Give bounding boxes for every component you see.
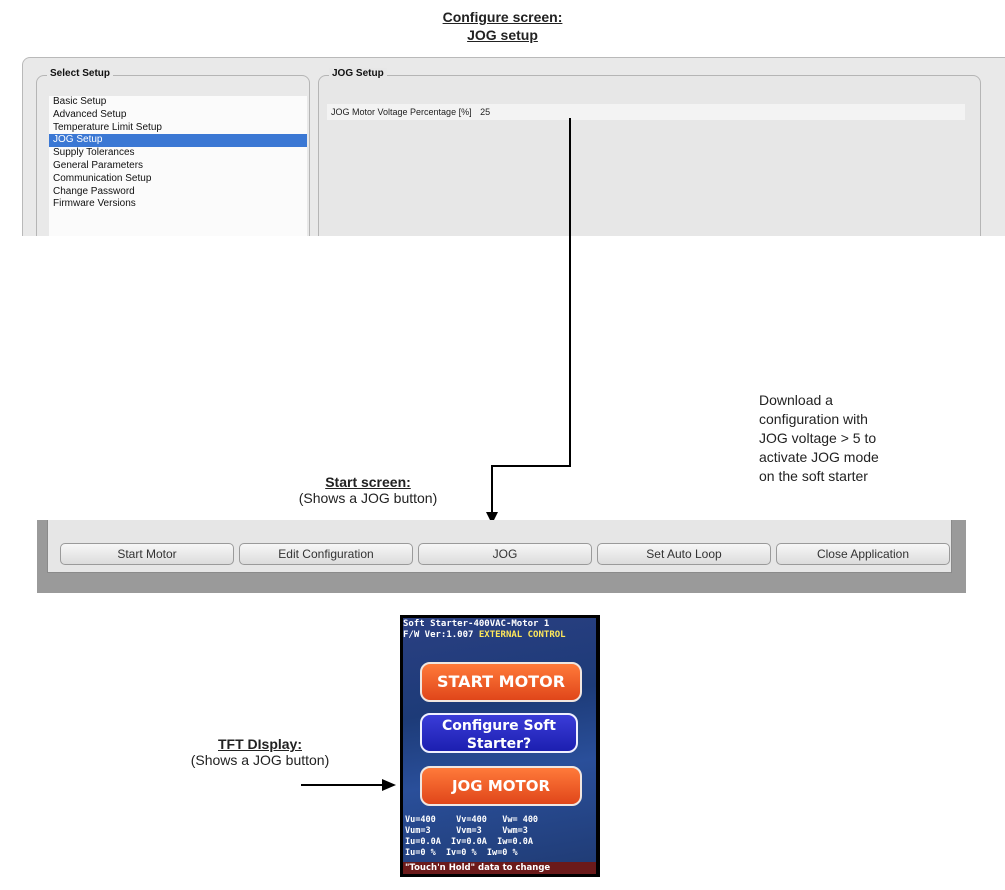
setup-list: Basic Setup Advanced Setup Temperature L…	[49, 96, 307, 236]
tft-firmware-version: F/W Ver:1.007	[403, 630, 474, 640]
tft-current-line: Iu=0.0A Iv=0.0A Iw=0.0A	[405, 837, 533, 847]
setup-item-advanced[interactable]: Advanced Setup	[49, 109, 307, 122]
setup-item-temperature-limit[interactable]: Temperature Limit Setup	[49, 122, 307, 135]
tft-caption-title: TFT DIsplay:	[217, 736, 302, 752]
jog-voltage-label: JOG Motor Voltage Percentage [%]	[331, 107, 472, 117]
start-screen-caption: Start screen: (Shows a JOG button)	[268, 474, 468, 506]
jog-voltage-value[interactable]: 25	[480, 107, 490, 117]
tft-screen: Soft Starter-400VAC-Motor 1 F/W Ver:1.00…	[403, 618, 596, 874]
tft-display: Soft Starter-400VAC-Motor 1 F/W Ver:1.00…	[400, 615, 600, 877]
connector-line-horizontal	[491, 465, 571, 467]
tft-voltage-m-line: Vum=3 Vvm=3 Vwm=3	[405, 826, 528, 836]
jog-button[interactable]: JOG	[418, 543, 592, 565]
start-motor-button[interactable]: Start Motor	[60, 543, 234, 565]
tft-control-mode: EXTERNAL CONTROL	[478, 630, 566, 640]
note-line: on the soft starter	[759, 468, 868, 484]
setup-item-change-password[interactable]: Change Password	[49, 186, 307, 199]
setup-item-communication[interactable]: Communication Setup	[49, 173, 307, 186]
tft-footer-hint: "Touch'n Hold" data to change	[403, 862, 596, 874]
jog-setup-group: JOG Setup JOG Motor Voltage Percentage […	[318, 68, 981, 236]
connector-line-vertical	[569, 118, 571, 466]
connector-line-down	[491, 465, 493, 515]
configure-screen-subtitle: JOG setup	[467, 27, 538, 43]
tft-configure-button[interactable]: Configure Soft Starter?	[420, 713, 578, 753]
start-screen-title: Start screen:	[325, 474, 411, 490]
setup-item-jog[interactable]: JOG Setup	[49, 134, 307, 148]
select-setup-group: Select Setup Basic Setup Advanced Setup …	[36, 68, 310, 236]
start-screen-bar: Start Motor Edit Configuration JOG Set A…	[37, 520, 966, 593]
select-setup-title: Select Setup	[47, 68, 114, 79]
download-note: Download a configuration with JOG voltag…	[759, 391, 919, 486]
jog-voltage-row: JOG Motor Voltage Percentage [%] 25	[327, 104, 965, 120]
setup-item-supply-tolerances[interactable]: Supply Tolerances	[49, 147, 307, 160]
tft-configure-line2: Starter?	[466, 736, 532, 752]
close-application-button[interactable]: Close Application	[776, 543, 950, 565]
tft-voltage-line: Vu=400 Vv=400 Vw= 400	[405, 815, 539, 825]
note-line: Download a	[759, 392, 833, 408]
set-auto-loop-button[interactable]: Set Auto Loop	[597, 543, 771, 565]
jog-setup-title: JOG Setup	[329, 68, 387, 79]
tft-arrow-line	[301, 784, 383, 786]
tft-configure-line1: Configure Soft	[442, 718, 556, 734]
tft-caption-subtitle: (Shows a JOG button)	[190, 752, 330, 768]
tft-caption: TFT DIsplay: (Shows a JOG button)	[170, 736, 350, 768]
start-screen-subtitle: (Shows a JOG button)	[298, 490, 438, 506]
arrow-right-icon	[382, 779, 396, 791]
setup-item-general-parameters[interactable]: General Parameters	[49, 160, 307, 173]
tft-start-motor-button[interactable]: START MOTOR	[420, 662, 582, 702]
tft-current-percent-line: Iu=0 % Iv=0 % Iw=0 %	[405, 848, 518, 858]
start-screen-panel: Start Motor Edit Configuration JOG Set A…	[47, 520, 952, 573]
setup-item-firmware-versions[interactable]: Firmware Versions	[49, 198, 307, 211]
tft-jog-motor-button[interactable]: JOG MOTOR	[420, 766, 582, 806]
note-line: JOG voltage > 5 to	[759, 430, 877, 446]
note-line: activate JOG mode	[759, 449, 879, 465]
edit-configuration-button[interactable]: Edit Configuration	[239, 543, 413, 565]
configure-screen-title: Configure screen:	[442, 9, 563, 25]
tft-header-title: Soft Starter-400VAC-Motor 1	[403, 619, 550, 629]
configure-window: Select Setup Basic Setup Advanced Setup …	[22, 57, 1005, 236]
tft-header-status: F/W Ver:1.007 EXTERNAL CONTROL	[403, 630, 596, 641]
setup-item-basic[interactable]: Basic Setup	[49, 96, 307, 109]
note-line: configuration with	[759, 411, 868, 427]
